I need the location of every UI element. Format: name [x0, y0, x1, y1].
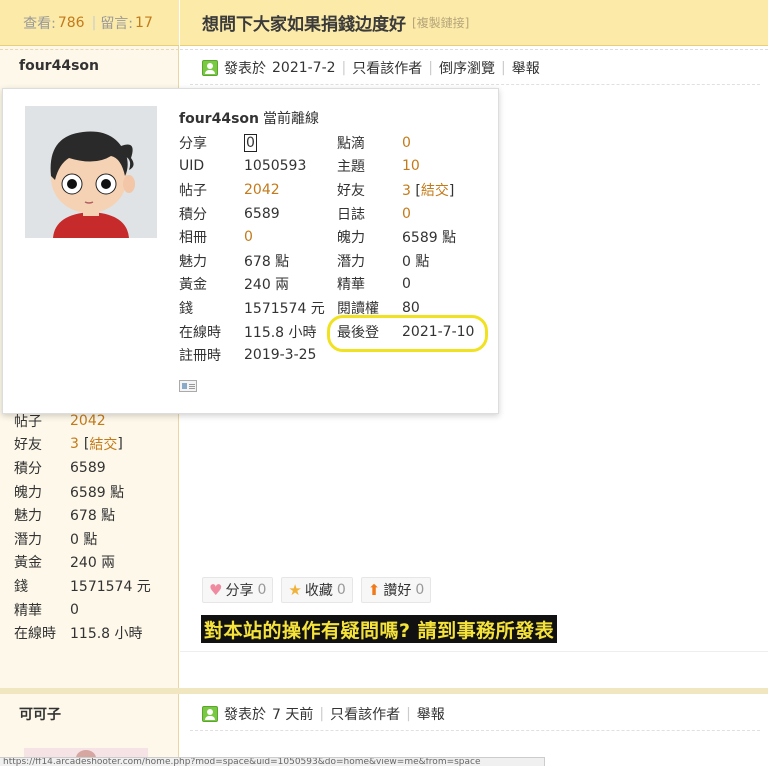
divider — [190, 84, 760, 85]
replies-count: 17 — [135, 14, 153, 31]
star-icon: ★ — [288, 581, 302, 599]
user-info-popup: four44son 當前離線 分享 0 點滴 0 UID 1050593 主題 1… — [2, 88, 499, 414]
help-banner-link[interactable]: 對本站的操作有疑問嗎? 請到事務所發表 — [201, 615, 558, 643]
copy-link-button[interactable]: [複製鏈接] — [412, 14, 469, 31]
heart-icon: ♥ — [209, 581, 223, 599]
divider — [0, 49, 179, 50]
info-row: 魅力 678 點 潛力 0 點 — [179, 253, 430, 270]
add-friend-link[interactable]: 結交 — [89, 434, 117, 454]
posted-date: 7 天前 — [272, 707, 314, 723]
only-author-link[interactable]: 只看該作者 — [352, 58, 422, 78]
add-friend-link[interactable]: 結交 — [421, 183, 449, 199]
stats-separator: | — [91, 14, 97, 31]
avatar-cartoon-image — [25, 106, 157, 238]
author-stats-list: 帖子 2042 好友 3[結交] 積分 6589 魄力 6589 點 魅力 678 點 潛… — [14, 409, 174, 645]
user-avatar[interactable] — [25, 106, 157, 238]
divider — [180, 49, 768, 50]
post-meta: 發表於 7 天前 | 只看該作者 | 舉報 — [202, 704, 445, 724]
info-row: 帖子 2042 好友 3 [結交] — [179, 181, 455, 199]
info-row: 黃金 240 兩 精華 0 — [179, 276, 411, 294]
author-stat-row: 魄力 6589 點 — [14, 484, 125, 501]
report-link[interactable]: 舉報 — [417, 704, 445, 724]
share-count-link[interactable]: 0 — [244, 133, 257, 152]
status-bar-url: https://ff14.arcadeshooter.com/home.php?… — [0, 757, 545, 766]
author-stat-row: 潛力 0 點 — [14, 531, 98, 548]
author-stat-row: 黃金 240 兩 — [14, 555, 116, 572]
author-stat-row: 積分 6589 — [14, 459, 106, 477]
post-meta: 發表於 2021-7-2 | 只看該作者 | 倒序瀏覽 | 舉報 — [202, 58, 540, 78]
info-row: 相冊 0 魄力 6589 點 — [179, 229, 457, 247]
posted-label: 發表於 — [224, 707, 266, 723]
online-status: 當前離線 — [262, 111, 319, 127]
thread-title-bar: 想問下大家如果捐錢边度好 [複製鏈接] — [180, 0, 768, 46]
post-author-name[interactable]: four44son — [19, 58, 99, 74]
post-separator-band — [0, 688, 768, 694]
online-status-icon — [202, 706, 218, 722]
up-arrow-icon: ⬆ — [367, 581, 381, 599]
favorite-button[interactable]: ★ 收藏 0 — [281, 577, 353, 603]
posted-date: 2021-7-2 — [272, 60, 336, 76]
author-stat-row: 在線時 115.8 小時 — [14, 626, 143, 643]
views-label: 查看: — [23, 15, 56, 32]
replies-label: 留言: — [100, 15, 134, 32]
info-row: 積分 6589 日誌 0 — [179, 205, 411, 223]
info-row: 分享 0 點滴 0 — [179, 133, 411, 152]
like-button[interactable]: ⬆ 讚好 0 — [360, 577, 432, 603]
reverse-order-link[interactable]: 倒序瀏覽 — [439, 58, 495, 78]
author-stat-row: 錢 1571574 元 — [14, 578, 151, 595]
divider — [180, 651, 768, 652]
posted-label: 發表於 — [224, 61, 266, 77]
profile-card-icon[interactable] — [179, 380, 197, 392]
online-status-icon — [202, 60, 218, 76]
thread-stats: 查看: 786 | 留言: 17 — [0, 0, 179, 46]
divider — [190, 730, 760, 731]
highlight-annotation — [327, 315, 488, 352]
author-stat-row: 精華 0 — [14, 601, 79, 619]
share-button[interactable]: ♥ 分享 0 — [202, 577, 274, 603]
post-author-name[interactable]: 可可子 — [19, 704, 61, 724]
popup-username: four44son 當前離線 — [179, 111, 319, 127]
info-row: UID 1050593 主題 10 — [179, 158, 420, 176]
author-stat-row: 好友 3[結交] — [14, 434, 123, 454]
report-link[interactable]: 舉報 — [512, 58, 540, 78]
author-stat-row: 魅力 678 點 — [14, 508, 116, 525]
post-actions: ♥ 分享 0 ★ 收藏 0 ⬆ 讚好 0 — [202, 577, 439, 603]
views-count: 786 — [57, 14, 85, 31]
thread-title: 想問下大家如果捐錢边度好 — [202, 15, 406, 35]
only-author-link[interactable]: 只看該作者 — [330, 704, 400, 724]
